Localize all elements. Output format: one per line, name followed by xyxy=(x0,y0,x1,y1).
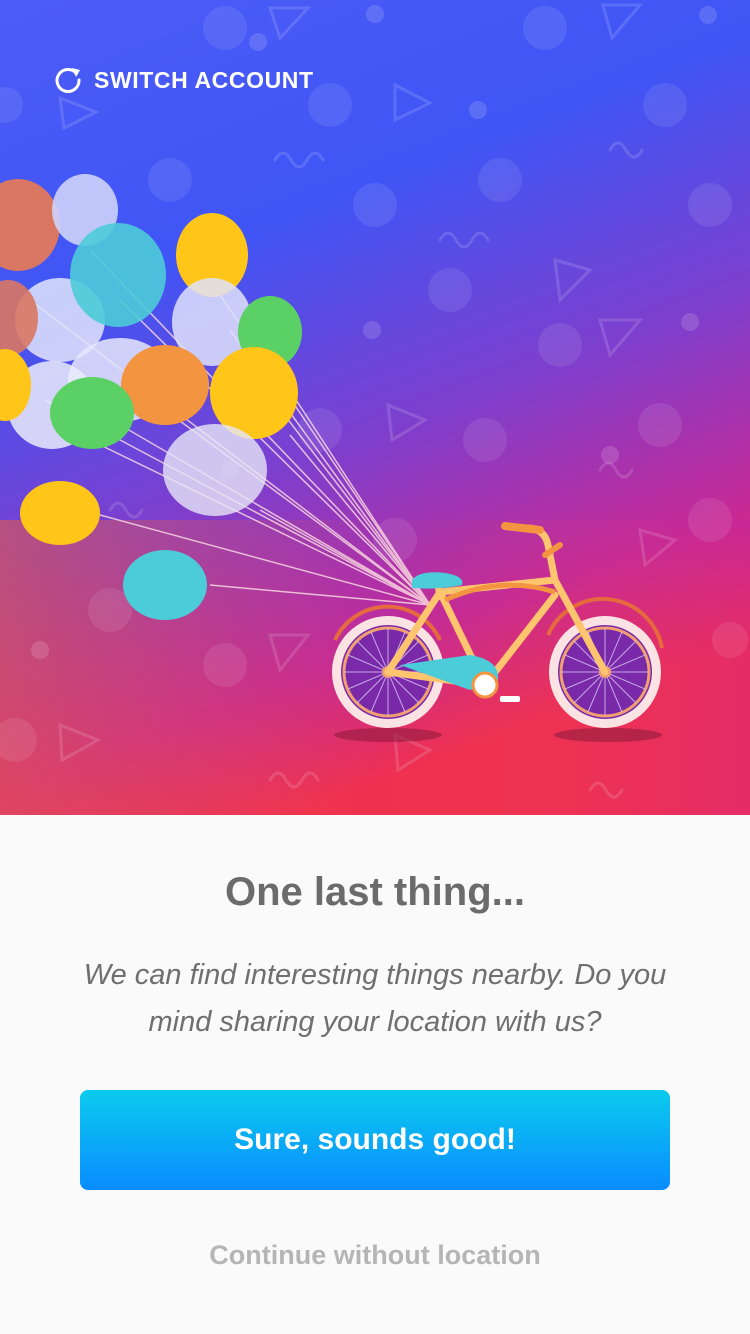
allow-location-button[interactable]: Sure, sounds good! xyxy=(80,1090,670,1190)
switch-account-button[interactable]: SWITCH ACCOUNT xyxy=(52,60,314,100)
page-title: One last thing... xyxy=(224,870,526,914)
refresh-icon xyxy=(55,68,81,93)
location-message: We can find interesting things nearby. D… xyxy=(83,959,667,1038)
balloon-bicycle-illustration xyxy=(0,0,750,830)
hero-illustration xyxy=(0,0,750,830)
continue-without-location-link[interactable]: Continue without location xyxy=(0,1240,750,1271)
switch-account-label: SWITCH ACCOUNT xyxy=(94,66,314,93)
